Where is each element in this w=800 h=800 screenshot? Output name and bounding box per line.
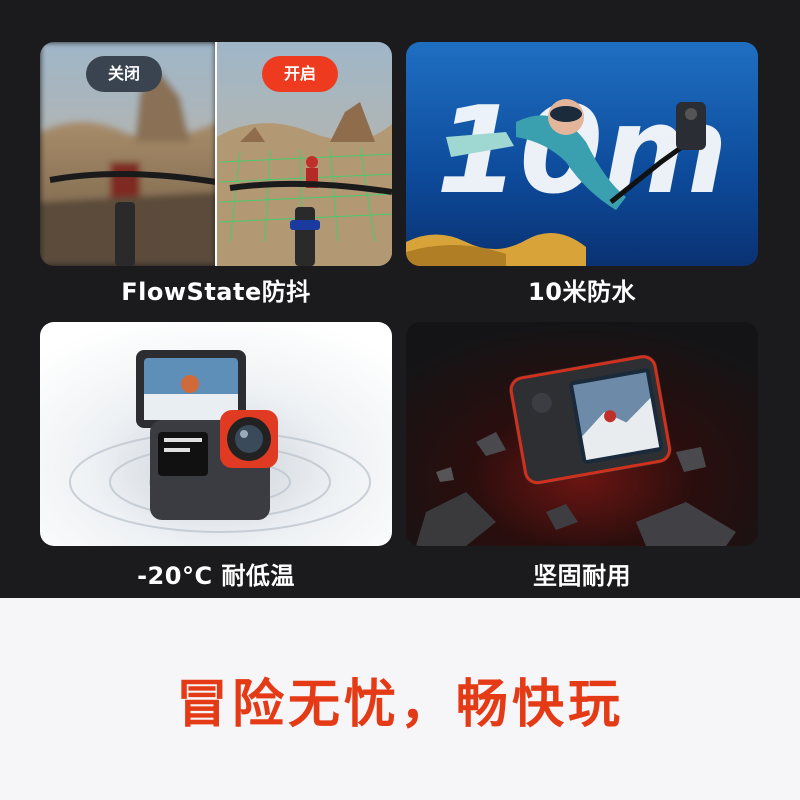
diver-scene: 10m [406,42,758,266]
durability-caption: 坚固耐用 [533,562,631,590]
cold-resistance-caption: -20°C 耐低温 [137,562,295,590]
stabilization-caption: FlowState防抖 [121,278,311,306]
cold-resistance-photo [40,322,392,546]
snow-camera-scene [40,322,392,546]
stabilization-on-label: 开启 [262,56,339,92]
slogan-banner: 冒险无忧，畅快玩 [0,598,800,800]
rock-impact-scene [406,322,758,546]
stabilization-photo: 关闭 开启 [40,42,392,266]
durability-photo [406,322,758,546]
waterproof-photo: 10m [406,42,758,266]
waterproof-caption: 10米防水 [528,278,636,306]
stabilization-off-label: 关闭 [86,56,163,92]
slogan-text: 冒险无忧，畅快玩 [175,674,624,735]
